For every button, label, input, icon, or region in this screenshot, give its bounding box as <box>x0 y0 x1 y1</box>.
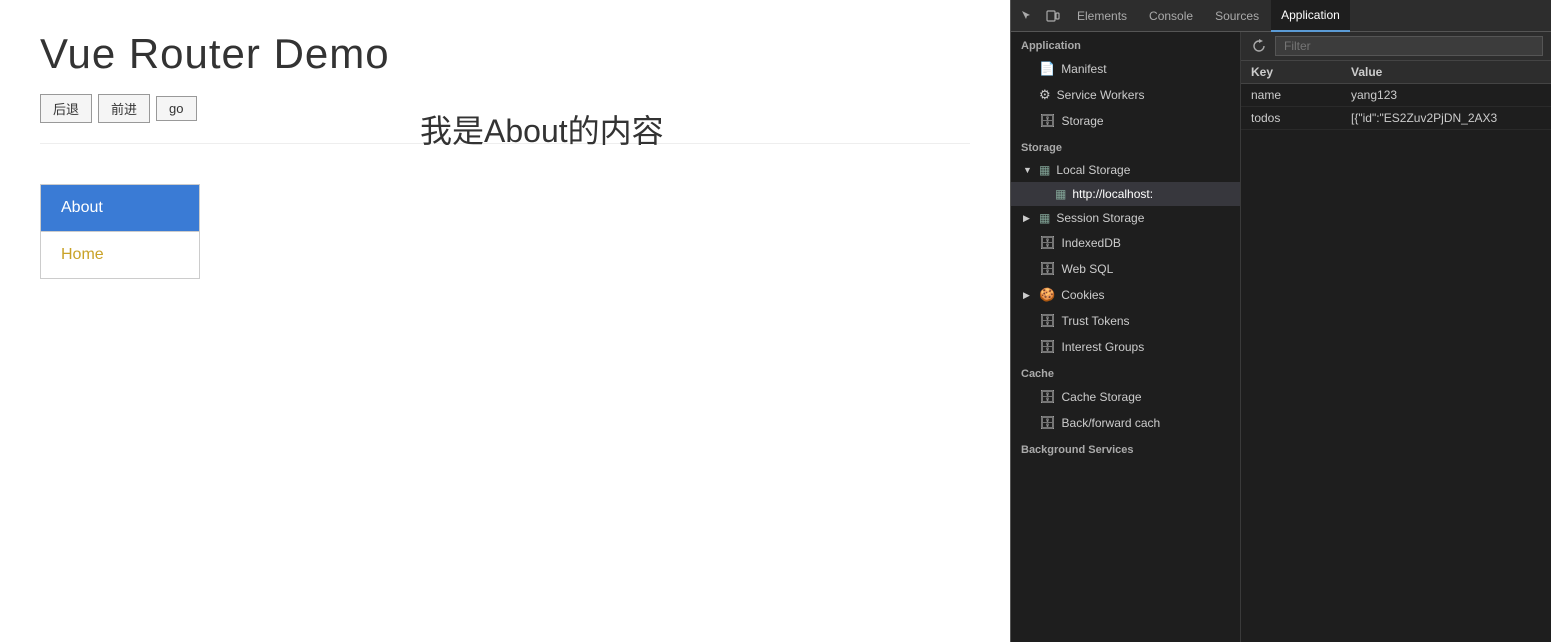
sidebar-item-label: Session Storage <box>1056 211 1144 225</box>
filter-input[interactable] <box>1275 36 1543 56</box>
table-row[interactable]: todos [{"id":"ES2Zuv2PjDN_2AX3 <box>1241 107 1551 130</box>
sidebar-item-label: Back/forward cach <box>1062 416 1161 430</box>
devtools-panel: Elements Console Sources Application App… <box>1010 0 1551 642</box>
sidebar-item-trust-tokens[interactable]: 🗄 Trust Tokens <box>1011 308 1240 334</box>
storage-icon: 🗄 <box>1039 113 1056 129</box>
row-key: name <box>1251 88 1351 102</box>
router-links: About Home <box>40 184 200 279</box>
sidebar-item-session-storage[interactable]: ▶ ▦ Session Storage <box>1011 206 1240 230</box>
filter-bar <box>1241 32 1551 61</box>
devtools-main: Key Value name yang123 todos [{"id":"ES2… <box>1241 32 1551 642</box>
header-value: Value <box>1351 65 1541 79</box>
sidebar-item-manifest[interactable]: 📄 Manifest <box>1011 56 1240 82</box>
table-row[interactable]: name yang123 <box>1241 84 1551 107</box>
websql-icon: 🗄 <box>1039 261 1056 277</box>
expand-arrow-icon: ▼ <box>1023 165 1033 175</box>
sidebar-item-label: Web SQL <box>1062 262 1114 276</box>
sidebar-item-indexeddb[interactable]: 🗄 IndexedDB <box>1011 230 1240 256</box>
row-key: todos <box>1251 111 1351 125</box>
home-link[interactable]: Home <box>41 231 199 278</box>
sidebar-item-websql[interactable]: 🗄 Web SQL <box>1011 256 1240 282</box>
indexeddb-icon: 🗄 <box>1039 235 1056 251</box>
sidebar-item-back-forward-cache[interactable]: 🗄 Back/forward cach <box>1011 410 1240 436</box>
sidebar-item-label: Storage <box>1062 114 1104 128</box>
manifest-icon: 📄 <box>1039 61 1055 77</box>
sidebar-item-label: Cache Storage <box>1062 390 1142 404</box>
sidebar-item-cookies[interactable]: ▶ 🍪 Cookies <box>1011 282 1240 308</box>
table-header: Key Value <box>1241 61 1551 84</box>
cookies-icon: 🍪 <box>1039 287 1055 303</box>
cache-storage-icon: 🗄 <box>1039 389 1056 405</box>
devtools-sidebar: Application 📄 Manifest ⚙ Service Workers… <box>1011 32 1241 642</box>
forward-button[interactable]: 前进 <box>98 94 150 123</box>
device-icon[interactable] <box>1041 4 1065 28</box>
trust-tokens-icon: 🗄 <box>1039 313 1056 329</box>
sidebar-item-label: Service Workers <box>1057 88 1145 102</box>
devtools-tab-bar: Elements Console Sources Application <box>1011 0 1551 32</box>
sidebar-item-interest-groups[interactable]: 🗄 Interest Groups <box>1011 334 1240 360</box>
expand-arrow-icon: ▶ <box>1023 290 1033 301</box>
sidebar-item-localhost[interactable]: ▦ http://localhost: <box>1011 182 1240 206</box>
session-storage-icon: ▦ <box>1039 211 1050 225</box>
sidebar-item-label: Interest Groups <box>1062 340 1145 354</box>
row-value: yang123 <box>1351 88 1541 102</box>
data-table: Key Value name yang123 todos [{"id":"ES2… <box>1241 61 1551 642</box>
sidebar-item-storage[interactable]: 🗄 Storage <box>1011 108 1240 134</box>
row-value: [{"id":"ES2Zuv2PjDN_2AX3 <box>1351 111 1541 125</box>
tab-console[interactable]: Console <box>1139 0 1203 32</box>
back-button[interactable]: 后退 <box>40 94 92 123</box>
refresh-button[interactable] <box>1249 36 1269 56</box>
sidebar-item-label: http://localhost: <box>1072 187 1153 201</box>
expand-arrow-icon: ▶ <box>1023 213 1033 224</box>
sidebar-item-label: Cookies <box>1061 288 1104 302</box>
sidebar-section-storage: Storage <box>1011 134 1240 158</box>
sidebar-item-cache-storage[interactable]: 🗄 Cache Storage <box>1011 384 1240 410</box>
page-content: 我是About的内容 <box>420 106 664 152</box>
sidebar-section-application: Application <box>1011 32 1240 56</box>
tab-elements[interactable]: Elements <box>1067 0 1137 32</box>
app-title: Vue Router Demo <box>40 30 970 78</box>
sidebar-item-label: Trust Tokens <box>1062 314 1130 328</box>
go-button[interactable]: go <box>156 96 196 121</box>
back-forward-icon: 🗄 <box>1039 415 1056 431</box>
tab-application[interactable]: Application <box>1271 0 1350 32</box>
inspect-icon[interactable] <box>1015 4 1039 28</box>
localhost-icon: ▦ <box>1055 187 1066 201</box>
sidebar-section-bg-services: Background Services <box>1011 436 1240 460</box>
interest-groups-icon: 🗄 <box>1039 339 1056 355</box>
tab-sources[interactable]: Sources <box>1205 0 1269 32</box>
sidebar-item-label: IndexedDB <box>1062 236 1121 250</box>
local-storage-icon: ▦ <box>1039 163 1050 177</box>
header-key: Key <box>1251 65 1351 79</box>
sidebar-item-service-workers[interactable]: ⚙ Service Workers <box>1011 82 1240 108</box>
sidebar-item-label: Manifest <box>1061 62 1106 76</box>
sidebar-item-label: Local Storage <box>1056 163 1130 177</box>
vue-app: Vue Router Demo 后退 前进 go About Home 我是Ab… <box>0 0 1010 642</box>
sidebar-item-local-storage[interactable]: ▼ ▦ Local Storage <box>1011 158 1240 182</box>
sidebar-section-cache: Cache <box>1011 360 1240 384</box>
devtools-body: Application 📄 Manifest ⚙ Service Workers… <box>1011 32 1551 642</box>
about-link[interactable]: About <box>41 185 199 231</box>
gear-icon: ⚙ <box>1039 87 1051 103</box>
